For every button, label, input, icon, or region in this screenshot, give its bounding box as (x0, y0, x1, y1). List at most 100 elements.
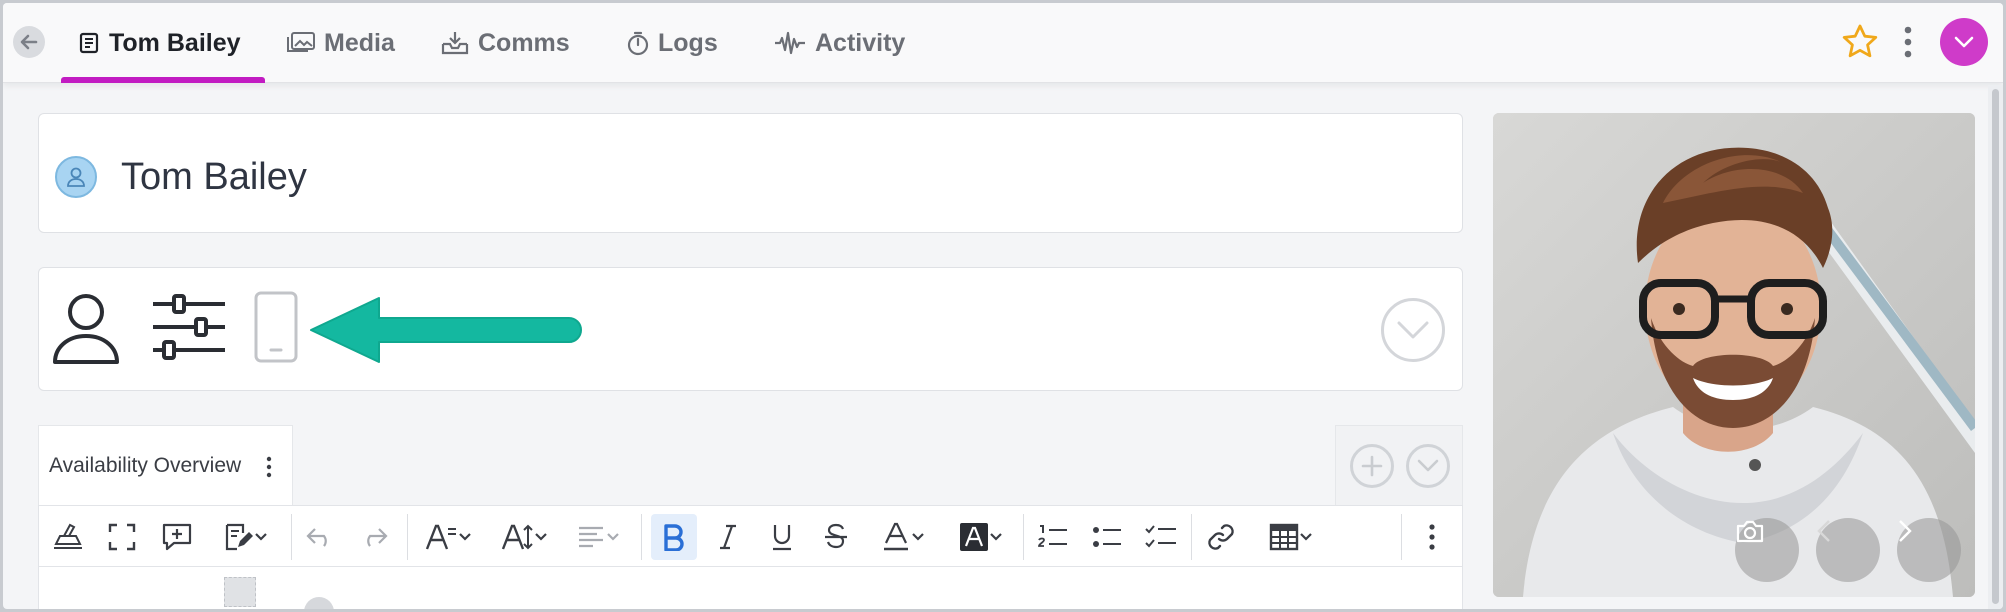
ordered-list-button[interactable] (1035, 520, 1071, 554)
redo-icon (367, 528, 388, 547)
insert-comment-button[interactable] (159, 520, 195, 554)
more-vertical-icon (1429, 524, 1435, 550)
arrow-left-icon (20, 34, 38, 50)
add-section-button[interactable] (1350, 444, 1394, 488)
scrollbar-thumb[interactable] (1992, 89, 1999, 604)
text-color-icon (884, 522, 908, 551)
checklist-icon (1145, 525, 1176, 548)
bold-button[interactable] (651, 514, 697, 560)
active-tab-indicator (61, 77, 265, 83)
app-frame: Tom Bailey Media Comms Logs Activity Tom… (3, 3, 2003, 609)
toolbar-divider (1401, 514, 1402, 560)
avatar (55, 156, 97, 198)
camera-icon (1736, 520, 1764, 543)
tab-activity[interactable]: Activity (773, 25, 905, 61)
tab-comms[interactable]: Comms (440, 25, 570, 61)
more-vertical-icon[interactable] (1901, 25, 1915, 59)
font-family-icon (425, 524, 456, 550)
strikethrough-button[interactable] (819, 520, 853, 554)
chevron-down-icon (1397, 321, 1429, 339)
chevron-down-icon (535, 533, 547, 541)
tab-label: Logs (658, 28, 718, 57)
chevron-down-icon (255, 533, 267, 541)
italic-icon (720, 524, 736, 550)
person-icon (67, 167, 85, 187)
tab-bar: Tom Bailey Media Comms Logs Activity (3, 3, 2003, 83)
chevron-down-icon (459, 533, 471, 541)
document-icon (79, 32, 99, 54)
underline-button[interactable] (765, 520, 799, 554)
checklist-button[interactable] (1143, 520, 1179, 554)
text-color-dropdown[interactable] (873, 520, 933, 554)
record-sections-card (38, 267, 1463, 391)
editor-body[interactable] (38, 567, 1463, 609)
highlight-color-dropdown[interactable] (951, 520, 1011, 554)
mobile-phone-icon[interactable] (253, 290, 299, 364)
chevron-left-icon (1817, 520, 1830, 542)
tab-label: Activity (815, 28, 906, 57)
chevron-down-icon (912, 533, 924, 541)
align-dropdown[interactable] (571, 520, 625, 554)
plus-icon (1361, 455, 1383, 477)
section-actions (1335, 425, 1463, 505)
page-scrollbar[interactable] (1988, 85, 2003, 609)
align-icon (579, 526, 603, 548)
highlight-color-icon (960, 523, 988, 551)
star-icon[interactable] (1841, 23, 1879, 61)
table-dropdown[interactable] (1261, 520, 1321, 554)
edit-icon (225, 523, 253, 551)
toolbar-divider (1191, 514, 1192, 560)
table-icon (1269, 523, 1299, 551)
fullscreen-button[interactable] (105, 520, 139, 554)
record-header-card: Tom Bailey (38, 113, 1463, 233)
next-photo-button[interactable] (1897, 518, 1961, 582)
underline-icon (773, 525, 791, 551)
more-vertical-icon[interactable] (264, 456, 274, 478)
expand-button[interactable] (1381, 298, 1445, 362)
annotation-arrow (310, 297, 582, 363)
chevron-down-icon (607, 533, 619, 541)
more-button[interactable] (1417, 520, 1447, 554)
toolbar-divider (1023, 514, 1024, 560)
sliders-icon[interactable] (151, 294, 227, 360)
profile-photo (1493, 113, 1975, 597)
tab-logs[interactable]: Logs (626, 25, 718, 61)
font-size-icon (501, 524, 533, 550)
tab-media[interactable]: Media (286, 25, 395, 61)
chevron-right-icon (1899, 520, 1912, 542)
bullet-list-button[interactable] (1089, 520, 1125, 554)
waveform-icon (775, 31, 805, 55)
link-button[interactable] (1203, 520, 1239, 554)
tab-label: Tom Bailey (109, 28, 241, 57)
undo-button[interactable] (303, 520, 337, 554)
insert-comment-icon (162, 523, 192, 551)
italic-button[interactable] (711, 520, 745, 554)
user-menu-button[interactable] (1940, 18, 1988, 66)
clear-format-icon (54, 523, 82, 549)
camera-button[interactable] (1735, 518, 1799, 582)
tab-profile[interactable]: Tom Bailey (77, 25, 241, 61)
back-button[interactable] (13, 26, 45, 58)
handle-dot[interactable] (304, 597, 334, 609)
section-title: Availability Overview (49, 454, 242, 477)
stopwatch-icon (627, 31, 649, 56)
redo-button[interactable] (357, 520, 391, 554)
ordered-list-icon (1038, 525, 1067, 547)
clear-format-button[interactable] (49, 520, 87, 554)
editor-toolbar (38, 505, 1463, 567)
previous-photo-button[interactable] (1816, 518, 1880, 582)
bold-icon (664, 524, 684, 551)
record-name: Tom Bailey (121, 156, 307, 198)
chevron-down-icon (990, 533, 1002, 541)
font-size-dropdown[interactable] (495, 520, 553, 554)
image-icon (287, 32, 315, 52)
person-icon[interactable] (51, 290, 121, 366)
placeholder-block (224, 577, 256, 607)
link-icon (1208, 524, 1234, 550)
collapse-section-button[interactable] (1406, 444, 1450, 488)
font-family-dropdown[interactable] (419, 520, 477, 554)
availability-overview-tab[interactable]: Availability Overview (38, 425, 293, 505)
strikethrough-icon (825, 523, 847, 549)
edit-dropdown[interactable] (215, 520, 275, 554)
tab-label: Comms (478, 28, 570, 57)
